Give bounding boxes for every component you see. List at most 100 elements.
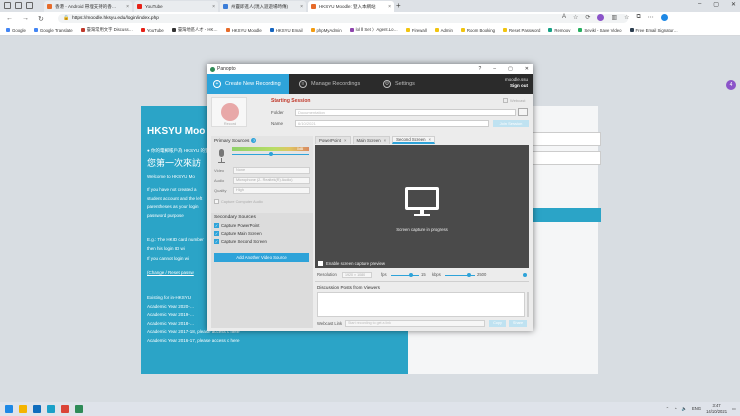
bookmark-item[interactable]: Remoov [548,28,570,33]
discussion-posts-area[interactable] [317,292,525,317]
bookmark-item[interactable]: Sevikl - Save Video [578,28,622,33]
browser-tab[interactable]: YouTube × [134,1,218,12]
tab-main-screen[interactable]: Main Screen × [352,136,391,144]
checkbox-checked[interactable]: ✓ [214,223,219,228]
folder-field[interactable]: Documentation [295,109,516,116]
read-aloud-icon[interactable]: A [562,14,566,21]
share-link-button[interactable]: Share [509,320,527,327]
password-field[interactable] [532,151,601,165]
refresh-extension-icon[interactable]: ⟳ [585,14,590,21]
bookmark-item[interactable]: 臺灣地區人才 - HK… [171,27,218,33]
close-window-icon[interactable]: ✕ [731,1,736,8]
favorite-star-icon[interactable]: ☆ [573,14,578,21]
minimize-icon[interactable]: – [493,64,496,74]
maximize-icon[interactable]: ▢ [508,64,513,74]
favorites-icon[interactable]: ☆ [624,14,629,21]
bookmark-item[interactable]: Admin [434,28,453,33]
bookmark-item[interactable]: lol Ⅱ Set 〉Agent.Lo… [349,27,398,33]
bookmark-item[interactable]: Google Translate [33,28,73,33]
notifications-icon[interactable]: ▭ [732,406,736,411]
webcast-checkbox[interactable] [503,98,508,103]
extension-icon[interactable] [597,14,605,21]
minimize-icon[interactable]: – [698,1,701,8]
close-tab-icon[interactable]: × [388,4,391,10]
close-tab-icon[interactable]: × [126,4,129,10]
login-button[interactable] [532,208,601,222]
record-button[interactable] [221,103,239,121]
bookmark-item[interactable]: Reset Password [503,28,540,33]
browser-tab[interactable]: 香港 - Android 帶埋支持的香… × [44,1,132,12]
tab-manage-recordings[interactable]: ≡ Manage Recordings [293,74,373,94]
capture-computer-audio-option[interactable]: Capture Computer Audio [214,199,263,204]
bookmark-item[interactable]: HKSYU Moodle [225,28,262,33]
reload-icon[interactable]: ↻ [38,15,44,23]
tab-powerpoint[interactable]: PowerPoint × [315,136,351,144]
forward-icon[interactable]: → [22,15,29,22]
profile-icon[interactable] [4,2,11,9]
language-indicator[interactable]: ENG [692,406,701,411]
bookmark-item[interactable]: HKSYU Email [269,28,303,33]
video-select[interactable]: None [233,167,310,174]
webcast-link-field[interactable]: Start recording to get a link [345,320,485,327]
capture-main-screen-option[interactable]: ✓ Capture Main Screen [214,231,262,236]
maximize-icon[interactable]: ▢ [713,1,719,8]
settings-menu-icon[interactable]: ⋯ [648,14,654,21]
tab-actions-icon[interactable] [26,2,33,9]
close-icon[interactable]: × [344,138,347,143]
quality-select[interactable]: High [233,187,310,194]
join-session-button[interactable]: Join Session [493,120,529,127]
lock-icon[interactable]: 🔒 [63,14,69,23]
edge-icon[interactable] [47,405,55,413]
checkbox[interactable] [318,261,323,266]
session-name-field[interactable]: 6/10/2021 [295,120,489,127]
archive-item[interactable]: Academic Year 2016-17, please access c h… [147,337,240,346]
folder-picker-button[interactable] [518,108,528,116]
webcast-option[interactable]: Webcast [503,98,526,103]
collections-icon[interactable]: ⧉ [637,14,641,21]
discussion-scrollbar[interactable] [527,292,529,317]
bookmark-item[interactable]: Firewall [405,28,427,33]
bookmark-item[interactable]: phpMyAdmin [310,28,342,33]
copy-link-button[interactable]: Copy [489,320,506,327]
checkbox-checked[interactable]: ✓ [214,231,219,236]
resolution-select[interactable]: 1920 × 1080 [342,272,372,278]
capture-powerpoint-option[interactable]: ✓ Capture PowerPoint [214,223,259,228]
bookmark-item[interactable]: Google [6,28,26,33]
back-icon[interactable]: ← [6,15,13,22]
close-tab-icon[interactable]: × [300,4,303,10]
info-icon[interactable] [523,273,527,277]
tray-chevron-icon[interactable]: ⌃ [666,406,670,411]
panopto-icon[interactable] [75,405,83,413]
tab-settings[interactable]: ⚙ Settings [377,74,437,94]
close-icon[interactable]: × [429,137,432,142]
bookmark-item[interactable]: 臺灣常用文字 Discuss… [80,27,133,33]
address-bar[interactable]: 🔒 https://moodle.hksyu.edu/login/index.p… [58,14,628,23]
split-screen-icon[interactable]: ▥ [611,14,617,21]
browser-tab[interactable]: 州靈即進人(現入遊遊場時傳) × [220,1,306,12]
fps-slider[interactable] [391,275,419,276]
username-field[interactable] [532,132,601,146]
sign-out-link[interactable]: Sign out [510,83,528,88]
kbps-knob[interactable] [467,273,471,277]
help-icon[interactable]: ? [479,64,482,74]
browser-tab-active[interactable]: HKSYU Moodle: 登入本網站 × [308,1,394,12]
profile-avatar[interactable] [660,14,668,21]
checkbox[interactable] [214,199,219,204]
reset-password-link[interactable]: (Change / Reset passw [147,270,194,275]
windows-start-icon[interactable] [5,405,13,413]
notification-badge[interactable]: 4 [726,80,736,90]
enable-preview-option[interactable]: Enable screen capture preview [318,261,385,266]
workspaces-icon[interactable] [15,2,22,9]
clock[interactable]: 3:47 14/10/2021 [706,403,727,414]
help-icon[interactable]: ? [251,138,257,143]
network-icon[interactable]: ◔ [674,406,677,411]
close-icon[interactable]: × [384,138,387,143]
audio-select[interactable]: Microphone (2- Realtek(R) Audio) [233,177,310,184]
bookmark-item[interactable]: Room Booking [460,28,495,33]
volume-icon[interactable]: 🔈 [682,406,687,412]
bookmark-item[interactable]: Free Email Signatur… [629,28,678,33]
outlook-icon[interactable] [33,405,41,413]
tab-second-screen[interactable]: Second Screen × [392,136,436,144]
bookmark-item[interactable]: YouTube [140,28,164,33]
new-tab-button[interactable]: + [396,1,401,10]
